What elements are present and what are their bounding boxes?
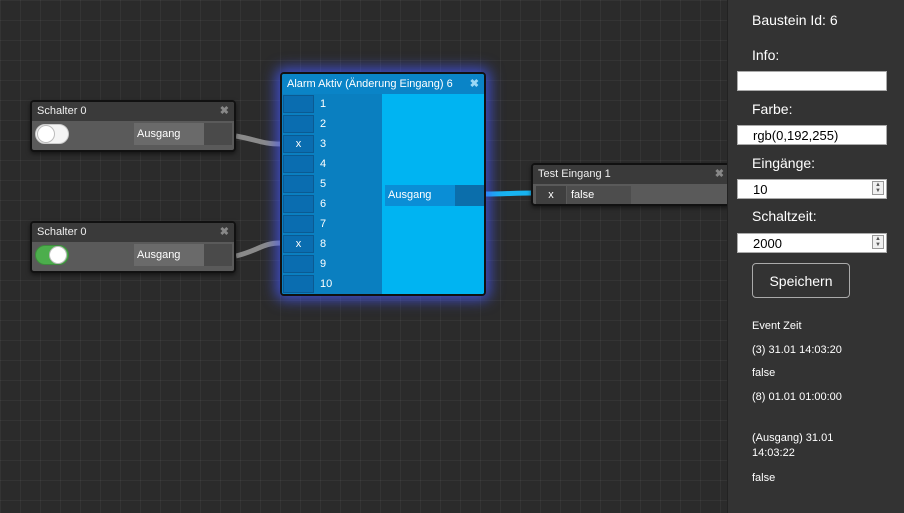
wire-switch1-alarm — [235, 133, 282, 147]
input-port[interactable] — [283, 155, 314, 173]
node-header[interactable]: Alarm Aktiv (Änderung Eingang) 6 ✖ — [282, 74, 484, 94]
input-label: 2 — [320, 118, 327, 130]
node-title: Test Eingang 1 — [538, 168, 611, 180]
switch-time-label: Schaltzeit: — [752, 208, 817, 224]
toggle-knob — [37, 125, 55, 143]
switch-node-1[interactable]: Schalter 0 ✖ Ausgang — [30, 100, 236, 152]
info-label: Info: — [752, 47, 780, 63]
event-log-header: Event Zeit — [752, 320, 802, 332]
spinner[interactable]: ▲ ▼ — [872, 181, 884, 195]
input-row: x3 — [282, 134, 382, 154]
wire-switch2-alarm — [235, 240, 282, 259]
input-list: 1 2 x3 4 5 6 7 x8 9 10 — [282, 94, 382, 294]
event-entry: false — [752, 367, 776, 379]
node-header[interactable]: Schalter 0 ✖ — [32, 102, 234, 121]
switch-time-input[interactable] — [737, 233, 887, 253]
output-port[interactable] — [204, 244, 232, 266]
input-row: 10 — [282, 274, 382, 294]
input-port[interactable] — [283, 215, 314, 233]
event-entry: false — [752, 472, 776, 484]
inputs-label: Eingänge: — [752, 155, 816, 171]
color-input[interactable] — [737, 125, 887, 145]
alarm-node[interactable]: Alarm Aktiv (Änderung Eingang) 6 ✖ 1 2 x… — [280, 72, 486, 296]
spin-down-icon[interactable]: ▼ — [873, 242, 883, 248]
spinner[interactable]: ▲ ▼ — [872, 235, 884, 249]
event-entry: (Ausgang) 31.01 14:03:22 — [752, 432, 834, 459]
output-port[interactable] — [204, 123, 232, 145]
color-label: Farbe: — [752, 101, 793, 117]
toggle-knob — [49, 246, 67, 264]
input-label: 3 — [320, 138, 327, 150]
input-port[interactable] — [283, 275, 314, 293]
inputs-field-wrap: ▲▼ — [737, 179, 887, 199]
close-icon[interactable]: ✖ — [470, 74, 479, 94]
input-label: 10 — [320, 278, 333, 290]
toggle-switch[interactable] — [35, 245, 69, 265]
input-port[interactable] — [283, 175, 314, 193]
inputs-count-input[interactable] — [737, 179, 887, 199]
node-header[interactable]: Schalter 0 ✖ — [32, 223, 234, 242]
input-row: 4 — [282, 154, 382, 174]
spin-down-icon[interactable]: ▼ — [873, 188, 883, 194]
toggle-switch[interactable] — [35, 124, 69, 144]
save-button[interactable]: Speichern — [752, 263, 850, 298]
node-header[interactable]: Test Eingang 1 ✖ — [533, 165, 729, 184]
close-icon[interactable]: ✖ — [715, 165, 724, 184]
output-port[interactable] — [455, 185, 484, 206]
input-label: 7 — [320, 218, 327, 230]
output-label: Ausgang — [134, 123, 204, 145]
input-label: 9 — [320, 258, 327, 270]
input-port[interactable] — [283, 195, 314, 213]
switch-time-field-wrap: ▲▼ — [737, 233, 887, 253]
input-label: 5 — [320, 178, 327, 190]
output-label: Ausgang — [385, 185, 455, 206]
input-label: 8 — [320, 238, 327, 250]
input-row: 6 — [282, 194, 382, 214]
info-input[interactable] — [737, 71, 887, 91]
input-port[interactable] — [283, 255, 314, 273]
node-title: Alarm Aktiv (Änderung Eingang) 6 — [287, 78, 453, 90]
node-title: Schalter 0 — [37, 226, 87, 238]
input-row: 1 — [282, 94, 382, 114]
test-input-node[interactable]: Test Eingang 1 ✖ x false — [531, 163, 731, 206]
input-port[interactable] — [283, 95, 314, 113]
input-port[interactable]: x — [536, 186, 566, 204]
input-row: 5 — [282, 174, 382, 194]
input-row: x8 — [282, 234, 382, 254]
event-entry: (3) 31.01 14:03:20 — [752, 344, 842, 356]
wire-alarm-test — [485, 190, 534, 197]
properties-sidebar: Baustein Id: 6 Info: Farbe: Eingänge: ▲▼… — [727, 0, 904, 513]
input-label: 1 — [320, 98, 327, 110]
input-row: 7 — [282, 214, 382, 234]
input-row: 2 — [282, 114, 382, 134]
event-entry: (8) 01.01 01:00:00 — [752, 391, 842, 403]
input-row: 9 — [282, 254, 382, 274]
input-value: false — [567, 186, 631, 204]
input-port[interactable]: x — [283, 235, 314, 253]
output-label: Ausgang — [134, 244, 204, 266]
input-port[interactable]: x — [283, 135, 314, 153]
node-title: Schalter 0 — [37, 105, 87, 117]
switch-node-2[interactable]: Schalter 0 ✖ Ausgang — [30, 221, 236, 273]
close-icon[interactable]: ✖ — [220, 223, 229, 242]
block-id-title: Baustein Id: 6 — [752, 12, 838, 28]
input-label: 4 — [320, 158, 327, 170]
input-port[interactable] — [283, 115, 314, 133]
input-label: 6 — [320, 198, 327, 210]
close-icon[interactable]: ✖ — [220, 102, 229, 121]
